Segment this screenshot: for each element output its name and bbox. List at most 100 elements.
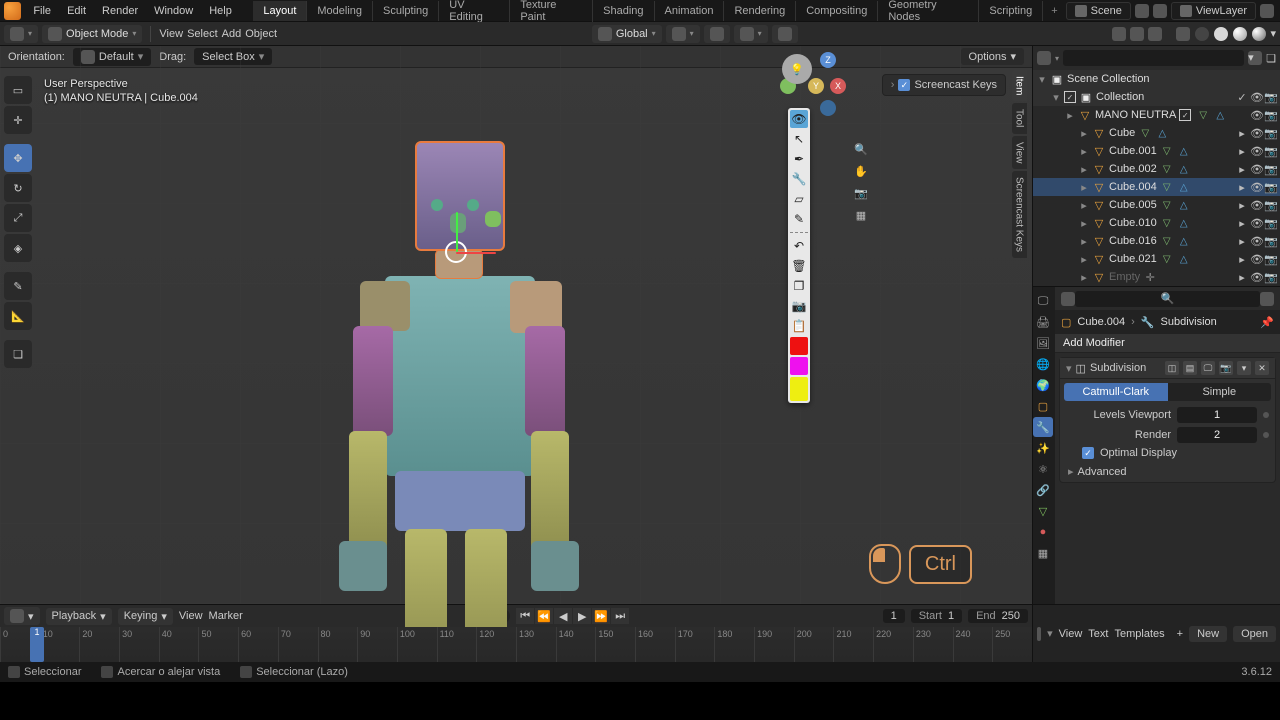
- outliner-item-cube-005[interactable]: ▸▽Cube.005▸👁📷: [1033, 196, 1280, 214]
- menu-edit[interactable]: Edit: [59, 1, 94, 21]
- modifier-editmode-icon[interactable]: ▤: [1183, 361, 1197, 375]
- disable-icon[interactable]: ▸: [1236, 145, 1248, 158]
- modifier-render-icon[interactable]: 📷: [1219, 361, 1233, 375]
- tab-viewlayer[interactable]: 🖼: [1033, 333, 1053, 353]
- scene-new-icon[interactable]: [1153, 4, 1167, 18]
- mesh-data-icon[interactable]: [1160, 162, 1174, 176]
- disable-icon[interactable]: ▸: [1236, 199, 1248, 212]
- outliner-editor-icon[interactable]: [1037, 51, 1051, 65]
- properties-editor-icon[interactable]: [1061, 292, 1075, 306]
- advanced-expander[interactable]: ▸Advanced: [1060, 461, 1275, 482]
- add-workspace-button[interactable]: +: [1043, 1, 1065, 21]
- outliner-collection[interactable]: ▾ ✓ ▣ Collection ✓👁📷: [1033, 88, 1280, 106]
- orientation-dropdown[interactable]: Default▾: [73, 48, 151, 66]
- modifier-oncage-icon[interactable]: ◫: [1165, 361, 1179, 375]
- disclosure-icon[interactable]: ▸: [1079, 253, 1089, 266]
- timeline-editor-icon[interactable]: ▾: [4, 607, 40, 625]
- camera-view-icon[interactable]: 📷: [852, 184, 870, 202]
- eye-icon[interactable]: 👁: [1250, 217, 1262, 230]
- properties-search[interactable]: 🔍: [1075, 291, 1260, 307]
- render-icon[interactable]: 📷: [1264, 235, 1276, 248]
- seg-catmull[interactable]: Catmull-Clark: [1064, 383, 1168, 401]
- shading-rendered-icon[interactable]: [1252, 27, 1266, 41]
- perspective-toggle-icon[interactable]: ▦: [852, 206, 870, 224]
- render-icon[interactable]: 📷: [1264, 253, 1276, 266]
- collection-exclude-icon[interactable]: ✓: [1236, 91, 1248, 104]
- outliner-item-cube-004[interactable]: ▸▽Cube.004▸👁📷: [1033, 178, 1280, 196]
- strip-color-magenta[interactable]: [790, 357, 808, 375]
- strip-annotate-icon[interactable]: ✎: [790, 210, 808, 228]
- mesh-data-icon[interactable]: [1160, 234, 1174, 248]
- viewlayer-selector[interactable]: ViewLayer: [1171, 2, 1256, 20]
- tl-menu-keying[interactable]: Keying▾: [118, 608, 173, 625]
- tab-texture[interactable]: ▦: [1033, 543, 1053, 563]
- viewlayer-new-icon[interactable]: [1260, 4, 1274, 18]
- strip-cursor-icon[interactable]: ↖: [790, 130, 808, 148]
- modifier-icon[interactable]: [1177, 198, 1191, 212]
- render-icon[interactable]: 📷: [1264, 271, 1276, 284]
- animatable-dot[interactable]: [1263, 412, 1269, 418]
- editor-type-selector[interactable]: ▾: [4, 25, 38, 43]
- workspace-tab-sculpting[interactable]: Sculpting: [373, 1, 439, 21]
- modifier-icon[interactable]: [1155, 126, 1169, 140]
- blender-logo-icon[interactable]: [4, 2, 21, 20]
- outliner-item-empty[interactable]: ▸▽Empty✛▸👁📷: [1033, 268, 1280, 286]
- animatable-dot[interactable]: [1263, 432, 1269, 438]
- transform-orientation-button[interactable]: Global▾: [592, 25, 662, 43]
- modifier-delete-icon[interactable]: ✕: [1255, 361, 1269, 375]
- tab-object[interactable]: ▢: [1033, 396, 1053, 416]
- tab-modifiers[interactable]: 🔧: [1033, 417, 1053, 437]
- workspace-tab-scripting[interactable]: Scripting: [979, 1, 1043, 21]
- workspace-tab-rendering[interactable]: Rendering: [724, 1, 796, 21]
- levels-viewport-field[interactable]: 1: [1177, 407, 1257, 423]
- strip-camera-icon[interactable]: 📷: [790, 297, 808, 315]
- outliner-item-cube-021[interactable]: ▸▽Cube.021▸👁📷: [1033, 250, 1280, 268]
- add-modifier-button[interactable]: Add Modifier: [1055, 333, 1280, 353]
- zoom-icon[interactable]: 🔍: [852, 140, 870, 158]
- outliner-item-cube-001[interactable]: ▸▽Cube.001▸👁📷: [1033, 142, 1280, 160]
- 3d-viewport[interactable]: Orientation: Default▾ Drag: Select Box▾ …: [0, 46, 1032, 604]
- seg-simple[interactable]: Simple: [1168, 383, 1272, 401]
- modifier-icon[interactable]: [1177, 144, 1191, 158]
- eye-icon[interactable]: 👁: [1250, 199, 1262, 212]
- menu-object[interactable]: Object: [245, 28, 277, 40]
- xray-toggle-icon[interactable]: [1176, 27, 1190, 41]
- disclosure-icon[interactable]: ▸: [1079, 127, 1089, 140]
- tab-physics[interactable]: ⚛: [1033, 459, 1053, 479]
- npanel-tab-view[interactable]: View: [1012, 136, 1027, 170]
- strip-copy-icon[interactable]: ❐: [790, 277, 808, 295]
- disable-icon[interactable]: ▸: [1236, 253, 1248, 266]
- tab-world[interactable]: 🌍: [1033, 375, 1053, 395]
- tab-material[interactable]: ●: [1033, 522, 1053, 542]
- tab-output[interactable]: 🖨: [1033, 312, 1053, 332]
- outliner-search[interactable]: [1063, 50, 1244, 66]
- tool-add-primitive[interactable]: ❏: [4, 340, 32, 368]
- overlays-dropdown-icon[interactable]: [1148, 27, 1162, 41]
- jump-end-button[interactable]: ⏭: [611, 608, 629, 624]
- visibility-dropdown-icon[interactable]: [1112, 27, 1126, 41]
- modifier-icon[interactable]: [1177, 162, 1191, 176]
- breadcrumb-modifier[interactable]: Subdivision: [1161, 316, 1217, 328]
- strip-clipboard-icon[interactable]: 📋: [790, 317, 808, 335]
- strip-pen-icon[interactable]: ✒: [790, 150, 808, 168]
- menu-help[interactable]: Help: [201, 1, 240, 21]
- te-menu-templates[interactable]: Templates: [1114, 628, 1164, 640]
- outliner-item-mano-neutra[interactable]: ▸▽MANO NEUTRA✓👁📷: [1033, 106, 1280, 124]
- modifier-icon[interactable]: [1213, 108, 1227, 122]
- scene-browse-icon[interactable]: [1135, 4, 1149, 18]
- eye-icon[interactable]: 👁: [1250, 181, 1262, 194]
- mesh-data-icon[interactable]: [1160, 180, 1174, 194]
- disable-icon[interactable]: ▸: [1236, 181, 1248, 194]
- scene-selector[interactable]: Scene: [1066, 2, 1131, 20]
- render-icon[interactable]: 📷: [1264, 199, 1276, 212]
- npanel-tab-item[interactable]: Item: [1012, 70, 1027, 101]
- strip-trash-icon[interactable]: 🗑: [790, 257, 808, 275]
- collection-checkbox[interactable]: ✓: [1064, 91, 1076, 103]
- modifier-realtime-icon[interactable]: 🖵: [1201, 361, 1215, 375]
- tab-mesh-data[interactable]: ▽: [1033, 501, 1053, 521]
- modifier-icon[interactable]: [1177, 252, 1191, 266]
- outliner-item-cube[interactable]: ▸▽Cube▸👁📷: [1033, 124, 1280, 142]
- render-icon[interactable]: 📷: [1264, 163, 1276, 176]
- tl-menu-playback[interactable]: Playback▾: [46, 608, 112, 625]
- tool-annotate[interactable]: ✎: [4, 272, 32, 300]
